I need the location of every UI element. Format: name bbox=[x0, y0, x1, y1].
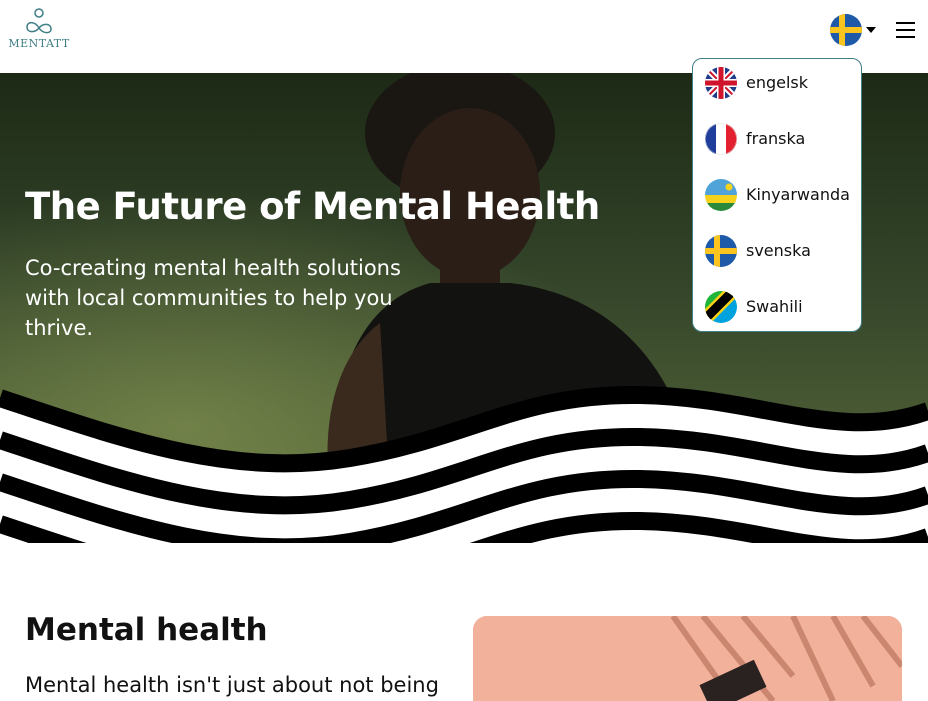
plant-shadow-image bbox=[473, 616, 902, 701]
language-option-engelsk[interactable]: engelsk bbox=[705, 63, 855, 103]
uk-flag-icon bbox=[705, 67, 737, 99]
logo-infinity-icon bbox=[26, 8, 52, 34]
language-label: svenska bbox=[746, 241, 811, 260]
language-option-franska[interactable]: franska bbox=[705, 119, 855, 159]
language-label: Swahili bbox=[746, 297, 803, 316]
hamburger-menu-icon[interactable] bbox=[896, 22, 916, 38]
hero-title: The Future of Mental Health bbox=[25, 185, 600, 228]
rwanda-flag-icon bbox=[705, 179, 737, 211]
logo-wordmark: MENTATT bbox=[8, 37, 70, 50]
language-option-swahili[interactable]: Swahili bbox=[705, 287, 855, 327]
language-selector-toggle[interactable] bbox=[830, 14, 878, 46]
sweden-flag-icon bbox=[830, 14, 862, 46]
france-flag-icon bbox=[705, 123, 737, 155]
decorative-waves bbox=[0, 385, 928, 543]
hero-subtitle: Co-creating mental health solutions with… bbox=[25, 256, 401, 340]
language-label: Kinyarwanda bbox=[746, 185, 850, 204]
section-text: Mental health isn't just about not being bbox=[25, 673, 439, 697]
section-title: Mental health bbox=[25, 612, 268, 648]
chevron-down-icon bbox=[866, 27, 876, 33]
language-label: franska bbox=[746, 129, 806, 148]
tanzania-flag-icon bbox=[705, 291, 737, 323]
section-image bbox=[473, 616, 902, 701]
language-dropdown-menu: engelsk franska Kinyarwanda svenska Swah… bbox=[692, 58, 862, 332]
language-option-svenska[interactable]: svenska bbox=[705, 231, 855, 271]
language-option-kinyarwanda[interactable]: Kinyarwanda bbox=[705, 175, 855, 215]
sweden-flag-icon bbox=[705, 235, 737, 267]
language-label: engelsk bbox=[746, 73, 809, 92]
mentatt-logo[interactable]: MENTATT bbox=[8, 8, 70, 52]
